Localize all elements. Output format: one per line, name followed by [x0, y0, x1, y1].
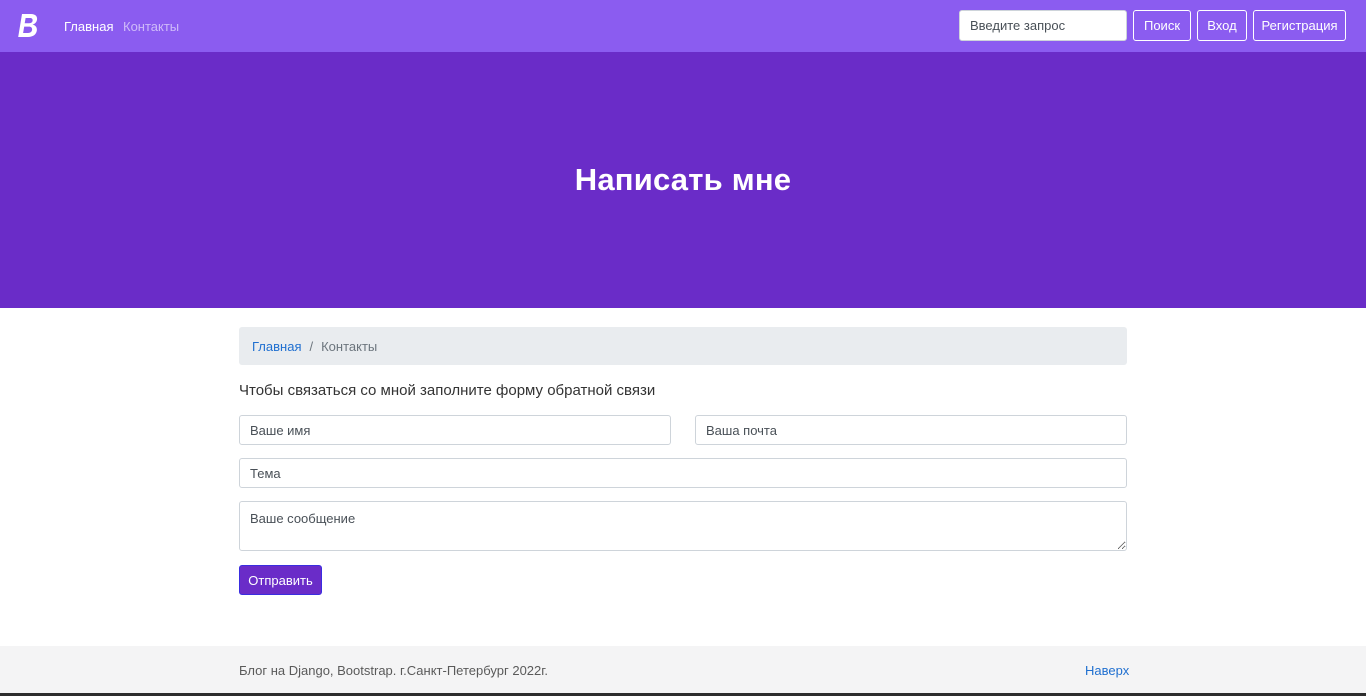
hero-banner: Написать мне	[0, 52, 1366, 308]
breadcrumb-home-link[interactable]: Главная	[252, 339, 301, 354]
nav-link-contacts[interactable]: Контакты	[123, 19, 179, 35]
breadcrumb-separator: /	[309, 338, 314, 354]
register-button[interactable]: Регистрация	[1253, 10, 1346, 41]
subject-field[interactable]	[239, 458, 1127, 488]
footer-copyright-text: Блог на Django, Bootstrap. г.Санкт-Петер…	[239, 663, 549, 678]
page-footer: Блог на Django, Bootstrap. г.Санкт-Петер…	[0, 646, 1366, 696]
top-navbar: Главная Контакты Поиск Вход Регистрация	[0, 0, 1366, 52]
back-to-top-link[interactable]: Наверх	[1085, 663, 1129, 678]
nav-link-home[interactable]: Главная	[64, 19, 113, 35]
submit-button[interactable]: Отправить	[239, 565, 322, 595]
breadcrumb: Главная / Контакты	[239, 327, 1127, 365]
login-button[interactable]: Вход	[1197, 10, 1247, 41]
message-textarea[interactable]	[239, 501, 1127, 551]
search-button[interactable]: Поиск	[1133, 10, 1191, 41]
page-title: Написать мне	[574, 162, 792, 197]
breadcrumb-current: Контакты	[321, 338, 378, 354]
email-field[interactable]	[695, 415, 1127, 445]
form-intro-text: Чтобы связаться со мной заполните форму …	[239, 382, 656, 399]
search-input[interactable]	[959, 10, 1127, 41]
name-field[interactable]	[239, 415, 671, 445]
bootstrap-logo-icon[interactable]	[17, 12, 41, 40]
